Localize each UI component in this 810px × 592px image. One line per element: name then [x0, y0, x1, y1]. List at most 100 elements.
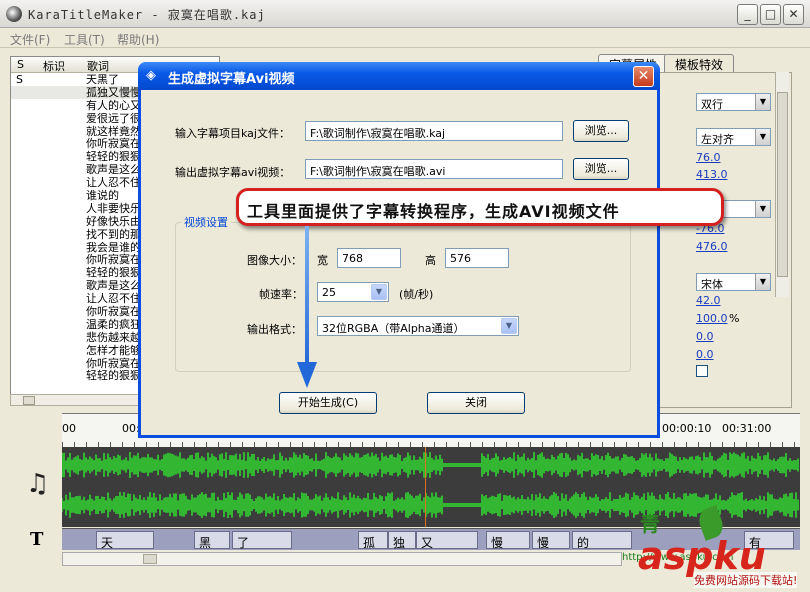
width-field[interactable]: 768: [337, 248, 401, 268]
lyric-row-text: 好像快乐由: [86, 214, 141, 228]
col-s[interactable]: S: [17, 58, 24, 71]
app-logo-icon: [6, 6, 22, 22]
tab-template-effects[interactable]: 模板特效: [664, 54, 735, 72]
fps-unit: (帧/秒): [399, 288, 434, 301]
input-file-label: 输入字幕项目kaj文件：: [175, 127, 290, 140]
lyric-row-text: 怎样才能够: [86, 343, 141, 357]
text-track-icon: T: [30, 529, 44, 550]
output-file-label: 输出虚拟字幕avi视频：: [175, 166, 291, 179]
video-settings-title: 视频设置: [181, 214, 231, 230]
lyric-row-text: 轻轻的狠狠: [86, 266, 141, 280]
font-select[interactable]: 宋体 ▼: [696, 273, 771, 291]
height-field[interactable]: 576: [445, 248, 509, 268]
lyric-row-text: 你听寂寞在: [86, 356, 141, 370]
scale-value[interactable]: 100.0: [696, 312, 728, 325]
tick-label: 00:31:00: [722, 422, 772, 435]
audio-track-header: ♫: [10, 447, 62, 527]
tick-label: 00: [62, 422, 76, 435]
input-file-field[interactable]: F:\歌词制作\寂寞在唱歌.kaj: [305, 121, 563, 141]
fps-value: 25: [322, 286, 336, 299]
waveform[interactable]: [62, 447, 800, 527]
menu-file[interactable]: 文件(F): [10, 31, 50, 48]
close-dialog-button[interactable]: 关闭: [427, 392, 525, 414]
width-label: 宽: [317, 254, 328, 267]
lyric-row-text: 你听寂寞在: [86, 137, 141, 151]
col-lyric[interactable]: 歌词: [87, 58, 109, 74]
window-title: KaraTitleMaker - 寂寞在唱歌.kaj: [28, 8, 266, 22]
props-vscroll[interactable]: [775, 72, 789, 297]
dialog-title: 生成虚拟字幕Avi视频: [168, 72, 295, 87]
menubar: 文件(F) 工具(T) 帮助(H): [0, 28, 810, 48]
watermark-green-mark: 青: [640, 512, 660, 536]
lyric-row-text: 人非要快乐: [86, 201, 141, 215]
scroll-thumb[interactable]: [143, 554, 157, 564]
lyric-segment[interactable]: 了: [232, 531, 292, 550]
line-mode-select[interactable]: 双行 ▼: [696, 93, 771, 111]
lyric-segment[interactable]: 又: [416, 531, 478, 550]
lyric-row-text: 我会是谁的: [86, 240, 141, 254]
chevron-down-icon: ▼: [755, 94, 770, 110]
minimize-button[interactable]: _: [737, 4, 758, 25]
lyric-row-text: 温柔的疯狂: [86, 317, 141, 331]
pos-x-value[interactable]: 76.0: [696, 151, 721, 164]
chevron-down-icon: ▼: [755, 129, 770, 145]
dialog-close-button[interactable]: ✕: [633, 66, 654, 87]
z1-value[interactable]: 0.0: [696, 330, 714, 343]
lyric-segment[interactable]: 黑: [194, 531, 230, 550]
font-value: 宋体: [701, 278, 723, 291]
fps-label: 帧速率：: [259, 288, 303, 301]
chevron-down-icon: ▼: [755, 201, 770, 217]
option-checkbox[interactable]: [696, 365, 708, 377]
height-label: 高: [425, 254, 436, 267]
lyric-row-text: 就这样竟然: [86, 124, 141, 138]
maximize-button[interactable]: □: [760, 4, 781, 25]
generate-avi-dialog: ◈ 生成虚拟字幕Avi视频 ✕ 输入字幕项目kaj文件： F:\歌词制作\寂寞在…: [138, 62, 660, 438]
lyric-segment[interactable]: 慢: [486, 531, 530, 550]
scroll-thumb[interactable]: [23, 396, 35, 405]
pos-y-value[interactable]: 413.0: [696, 168, 728, 181]
lyric-segment[interactable]: 独: [388, 531, 416, 550]
lyric-row-text: 爱很远了很: [86, 111, 141, 125]
fps-select[interactable]: 25 ▼: [317, 282, 389, 302]
lyric-row-mark: S: [16, 73, 23, 86]
timeline-hscroll[interactable]: [62, 552, 622, 566]
lyric-row-text: 你听寂寞在: [86, 253, 141, 267]
output-format-select[interactable]: 32位RGBA（带Alpha通道） ▼: [317, 316, 519, 336]
output-format-label: 输出格式：: [247, 323, 302, 336]
arrow-down-icon: [297, 362, 317, 388]
output-file-field[interactable]: F:\歌词制作\寂寞在唱歌.avi: [305, 159, 563, 179]
lyric-segment[interactable]: 的: [572, 531, 632, 550]
waveform-channel-left: [62, 452, 799, 478]
menu-tools[interactable]: 工具(T): [64, 31, 105, 48]
col-mark[interactable]: 标识: [43, 58, 65, 74]
menu-help[interactable]: 帮助(H): [117, 31, 159, 48]
waveform-channel-right: [62, 492, 799, 518]
z2-value[interactable]: 0.0: [696, 348, 714, 361]
browse-input-button[interactable]: 浏览...: [573, 120, 629, 142]
lyric-row-text: 悲伤越来越: [86, 330, 141, 344]
lyric-row-text: 你听寂寞在: [86, 305, 141, 319]
lyric-segment[interactable]: 孤: [358, 531, 388, 550]
font-size-value[interactable]: 42.0: [696, 294, 721, 307]
pos2-y-value[interactable]: 476.0: [696, 240, 728, 253]
lyric-row-text: 天黑了: [86, 73, 119, 86]
close-window-button[interactable]: ✕: [783, 4, 804, 25]
playhead[interactable]: [425, 447, 426, 527]
start-generate-button[interactable]: 开始生成(C): [279, 392, 377, 414]
align-select[interactable]: 左对齐 ▼: [696, 128, 771, 146]
lyric-row-text: 让人忍不住: [86, 292, 141, 306]
dialog-app-icon: ◈: [146, 68, 156, 83]
lyric-segment[interactable]: 慢: [532, 531, 570, 550]
annotation-arrow: [305, 226, 309, 366]
chevron-down-icon: ▼: [371, 284, 387, 300]
align-value: 左对齐: [701, 133, 734, 146]
tick-label: 00:00:10: [662, 422, 712, 435]
lyric-row-text: 让人忍不住: [86, 176, 141, 190]
lyric-row-text: 有人的心又: [86, 98, 141, 112]
browse-output-button[interactable]: 浏览...: [573, 158, 629, 180]
chevron-down-icon: ▼: [755, 274, 770, 290]
dialog-titlebar: ◈ 生成虚拟字幕Avi视频 ✕: [138, 62, 660, 90]
lyric-segment[interactable]: 天: [96, 531, 154, 550]
scroll-thumb[interactable]: [777, 92, 788, 277]
lyric-row-text: 轻轻的狠狠: [86, 150, 141, 164]
